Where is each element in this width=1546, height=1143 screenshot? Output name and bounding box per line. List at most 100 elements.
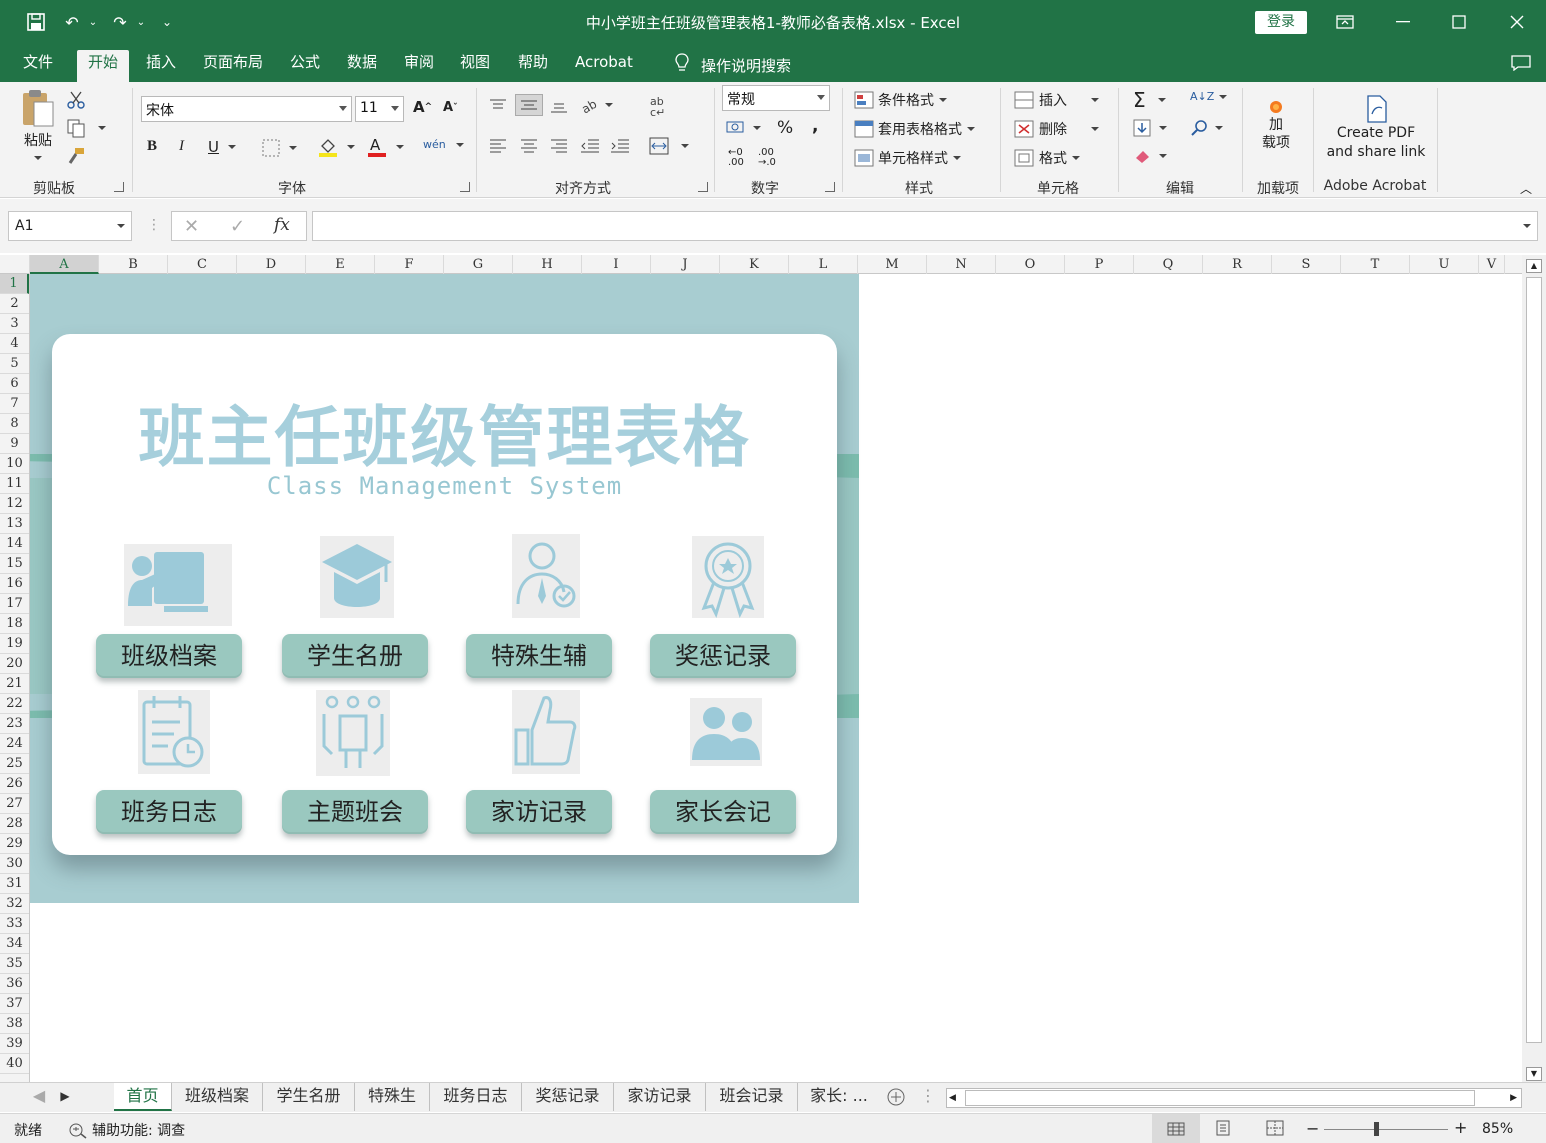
cancel-entry-icon[interactable]: ✕ (184, 216, 199, 237)
row-header[interactable]: 28 (0, 814, 29, 834)
row-header[interactable]: 12 (0, 494, 29, 514)
copy-dropdown-icon[interactable] (98, 126, 106, 130)
row-header[interactable]: 21 (0, 674, 29, 694)
column-header[interactable]: G (444, 255, 513, 274)
borders-icon[interactable] (262, 139, 297, 157)
row-header[interactable]: 37 (0, 994, 29, 1014)
row-header[interactable]: 39 (0, 1034, 29, 1054)
new-sheet-icon[interactable] (884, 1083, 908, 1111)
phonetic-icon[interactable]: wén (423, 138, 464, 151)
column-header[interactable]: F (375, 255, 444, 274)
login-button[interactable]: 登录 (1255, 11, 1307, 34)
row-header[interactable]: 14 (0, 534, 29, 554)
collapse-ribbon-icon[interactable]: ︿ (1520, 180, 1532, 197)
scroll-right-icon[interactable]: ▶ (1510, 1090, 1517, 1106)
tab-data[interactable]: 数据 (336, 50, 388, 82)
column-header[interactable]: H (513, 255, 582, 274)
align-center-icon[interactable] (520, 138, 538, 154)
align-top-icon[interactable] (489, 98, 507, 114)
row-header[interactable]: 6 (0, 374, 29, 394)
zoom-slider-thumb[interactable] (1374, 1122, 1379, 1136)
row-header[interactable]: 10 (0, 454, 29, 474)
percent-style-button[interactable]: % (777, 118, 793, 138)
row-header[interactable]: 13 (0, 514, 29, 534)
row-header[interactable]: 3 (0, 314, 29, 334)
sheet-tab-home-visit[interactable]: 家访记录 (614, 1083, 706, 1111)
row-header[interactable]: 25 (0, 754, 29, 774)
row-header[interactable]: 4 (0, 334, 29, 354)
sheet-tab-special[interactable]: 特殊生 (355, 1083, 430, 1111)
tab-help[interactable]: 帮助 (507, 50, 559, 82)
zoom-slider[interactable] (1324, 1129, 1448, 1130)
column-header[interactable]: E (306, 255, 375, 274)
page-break-view-icon[interactable] (1266, 1120, 1284, 1136)
increase-indent-icon[interactable] (610, 138, 630, 154)
row-header[interactable]: 24 (0, 734, 29, 754)
font-color-icon[interactable]: A (367, 136, 404, 158)
paste-dropdown-icon[interactable] (34, 156, 42, 160)
close-icon[interactable] (1488, 0, 1546, 44)
row-header[interactable]: 8 (0, 414, 29, 434)
tab-split-grip-icon[interactable]: ⋮ (920, 1083, 936, 1111)
minimize-icon[interactable] (1374, 0, 1432, 44)
accessibility-status[interactable]: 辅助功能: 调查 (68, 1120, 185, 1140)
tab-acrobat[interactable]: Acrobat (564, 50, 644, 82)
decrease-indent-icon[interactable] (580, 138, 600, 154)
row-header[interactable]: 22 (0, 694, 29, 714)
row-header[interactable]: 34 (0, 934, 29, 954)
zoom-out-button[interactable]: − (1306, 1119, 1319, 1138)
row-header[interactable]: 23 (0, 714, 29, 734)
format-cells-button[interactable]: 格式 (1014, 148, 1080, 168)
align-left-icon[interactable] (489, 138, 507, 154)
sheet-tab-student-roster[interactable]: 学生名册 (263, 1083, 355, 1111)
redo-icon[interactable]: ↷ (108, 10, 132, 34)
row-header[interactable]: 18 (0, 614, 29, 634)
row-header[interactable]: 1 (0, 274, 29, 294)
format-as-table-button[interactable]: 套用表格格式 (854, 119, 975, 139)
column-header[interactable]: V (1479, 255, 1505, 274)
increase-font-icon[interactable]: A ^ (413, 98, 432, 116)
clear-icon[interactable] (1133, 148, 1167, 164)
column-header[interactable]: L (789, 255, 858, 274)
confirm-entry-icon[interactable]: ✓ (230, 216, 245, 237)
row-header[interactable]: 17 (0, 594, 29, 614)
number-launcher-icon[interactable] (825, 182, 835, 192)
row-header[interactable]: 33 (0, 914, 29, 934)
underline-dropdown-icon[interactable] (227, 145, 236, 149)
row-header[interactable]: 31 (0, 874, 29, 894)
normal-view-icon[interactable] (1152, 1114, 1200, 1143)
copy-icon[interactable] (66, 118, 106, 138)
column-header[interactable]: J (651, 255, 720, 274)
column-header[interactable]: U (1410, 255, 1479, 274)
name-box[interactable]: A1 (8, 211, 132, 241)
tab-page-layout[interactable]: 页面布局 (192, 50, 274, 82)
column-header[interactable]: T (1341, 255, 1410, 274)
align-middle-icon[interactable] (515, 94, 543, 116)
tab-review[interactable]: 审阅 (393, 50, 445, 82)
row-header[interactable]: 20 (0, 654, 29, 674)
row-header[interactable]: 35 (0, 954, 29, 974)
addins-button[interactable]: 加 载项 (1262, 98, 1290, 152)
cut-icon[interactable] (66, 90, 86, 110)
tell-me-search[interactable]: 操作说明搜索 (664, 50, 802, 82)
bold-button[interactable]: B (147, 138, 157, 155)
worksheet-grid[interactable]: 班主任班级管理表格 Class Management System 班级档案 学… (30, 274, 1520, 1082)
zoom-level[interactable]: 85% (1482, 1121, 1513, 1137)
row-header[interactable]: 27 (0, 794, 29, 814)
wrap-text-icon[interactable]: ab c↵ (650, 96, 665, 118)
nav-button-parent-meeting[interactable]: 家长会记 (650, 790, 796, 834)
row-header[interactable]: 30 (0, 854, 29, 874)
row-header[interactable]: 11 (0, 474, 29, 494)
row-header[interactable]: 38 (0, 1014, 29, 1034)
row-header[interactable]: 15 (0, 554, 29, 574)
scroll-up-icon[interactable]: ▲ (1526, 259, 1542, 273)
fill-icon[interactable] (1133, 119, 1167, 137)
row-header[interactable]: 32 (0, 894, 29, 914)
horizontal-scroll-thumb[interactable] (965, 1090, 1475, 1106)
nav-button-class-log[interactable]: 班务日志 (96, 790, 242, 834)
scroll-down-icon[interactable]: ▼ (1526, 1067, 1542, 1081)
comma-style-button[interactable]: , (812, 116, 818, 136)
customize-qat-icon[interactable]: ⌄ (160, 10, 174, 34)
align-right-icon[interactable] (550, 138, 568, 154)
column-header[interactable]: D (237, 255, 306, 274)
